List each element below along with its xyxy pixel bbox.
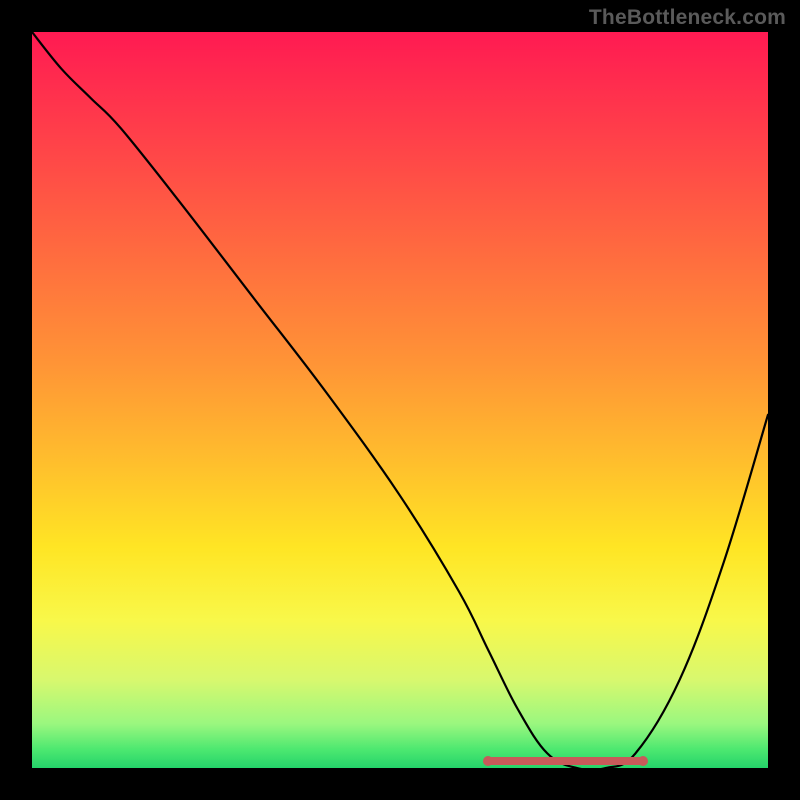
watermark-text: TheBottleneck.com [589,6,786,30]
optimal-zone-right-dot [638,756,648,766]
optimal-zone-marker [488,757,643,765]
chart-curve [32,32,768,768]
chart-plot-area [32,32,768,768]
optimal-zone-left-dot [483,756,493,766]
